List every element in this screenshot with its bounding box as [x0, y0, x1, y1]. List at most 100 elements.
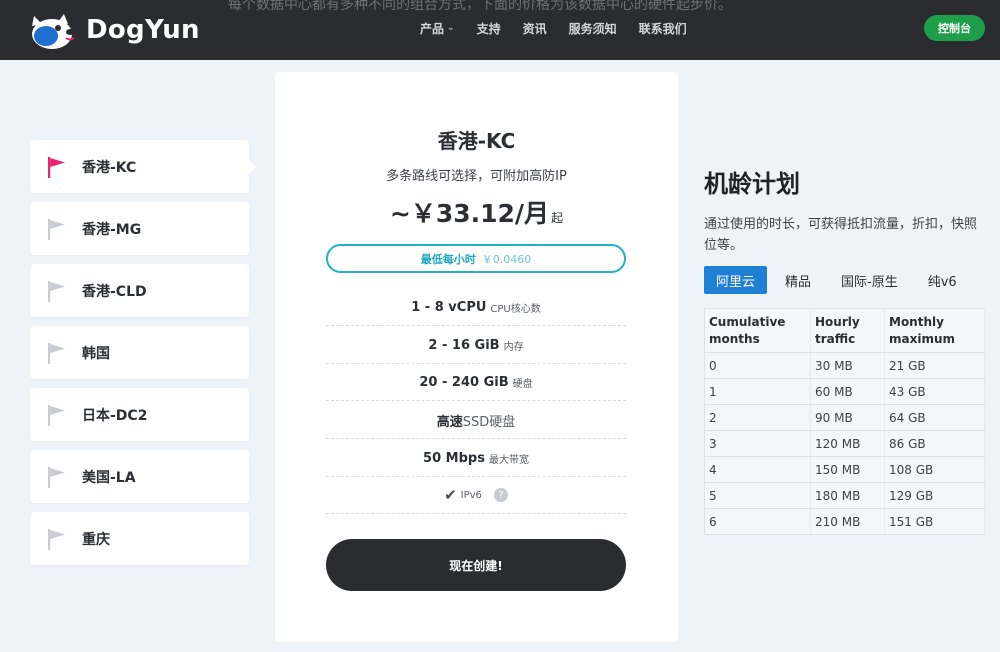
flag-icon — [48, 342, 65, 364]
main-nav: 产品 ⌄ 支持 资讯 服务须知 联系我们 — [420, 0, 709, 56]
table-cell: 60 MB — [810, 378, 885, 405]
table-cell: 2 — [704, 404, 811, 431]
sidebar-item-label: 重庆 — [82, 531, 110, 548]
table-row: 0 30 MB 21 GB — [704, 352, 985, 379]
flag-icon — [48, 218, 65, 240]
console-button[interactable]: 控制台 — [924, 15, 985, 41]
product-card: 香港-KC 多条路线可选择，可附加高防IP ~￥33.12/月起 最低每小时 ￥… — [275, 72, 678, 642]
spec-main: 50 Mbps — [423, 450, 485, 466]
sidebar-item-label: 韩国 — [82, 345, 110, 362]
plan-title: 机龄计划 — [704, 170, 800, 198]
sidebar-item-hk-cld[interactable]: 香港-CLD — [30, 264, 249, 317]
table-cell: 6 — [704, 508, 811, 535]
flag-icon — [48, 280, 65, 302]
hourly-price-badge: 最低每小时 ￥0.0460 — [326, 244, 626, 273]
spec-sub: 内存 — [503, 341, 524, 353]
nav-item-support[interactable]: 支持 — [477, 20, 501, 37]
table-row: 5 180 MB 129 GB — [704, 482, 985, 509]
table-row: 6 210 MB 151 GB — [704, 508, 985, 535]
nav-item-contact[interactable]: 联系我们 — [639, 20, 687, 37]
table-cell: 150 MB — [810, 456, 885, 483]
spec-memory: 2 - 16 GiB 内存 — [326, 327, 626, 364]
table-cell: 0 — [704, 352, 811, 379]
sidebar-item-japan-dc2[interactable]: 日本-DC2 — [30, 388, 249, 441]
table-cell: 5 — [704, 482, 811, 509]
sidebar-item-label: 美国-LA — [82, 469, 136, 486]
spec-main: 高速 — [436, 414, 463, 430]
nav-item-label: 资讯 — [522, 21, 547, 36]
sidebar-item-hk-mg[interactable]: 香港-MG — [30, 202, 249, 255]
create-now-button[interactable]: 现在创建! — [326, 539, 626, 591]
brand-name: DogYun — [86, 15, 200, 45]
flag-icon — [48, 156, 65, 178]
table-cell: 21 GB — [884, 352, 985, 379]
table-cell: 210 MB — [810, 508, 885, 535]
column-header: Cumulative months — [704, 308, 811, 353]
sidebar-item-us-la[interactable]: 美国-LA — [30, 450, 249, 503]
sidebar-item-label: 香港-MG — [82, 221, 142, 238]
tab-pure-v6[interactable]: 纯v6 — [916, 266, 969, 294]
flag-icon — [48, 404, 65, 426]
table-cell: 180 MB — [810, 482, 885, 509]
column-header: Monthly maximum — [884, 308, 985, 353]
spec-bandwidth: 50 Mbps 最大带宽 — [326, 440, 626, 477]
table-cell: 1 — [704, 378, 811, 405]
sidebar-item-chongqing[interactable]: 重庆 — [30, 512, 249, 565]
spec-ipv6: ✔ IPv6 ? — [326, 477, 626, 514]
table-cell: 129 GB — [884, 482, 985, 509]
nav-item-products[interactable]: 产品 ⌄ — [420, 20, 455, 37]
tab-international-native[interactable]: 国际-原生 — [829, 266, 910, 294]
price-value: ~￥33.12/月 — [389, 199, 550, 228]
nav-item-label: 产品 — [420, 21, 445, 36]
spec-main: 20 - 240 GiB — [419, 374, 509, 390]
plan-tabs: 阿里云 精品 国际-原生 纯v6 — [704, 266, 975, 294]
table-cell: 4 — [704, 456, 811, 483]
table-row: 2 90 MB 64 GB — [704, 404, 985, 431]
table-row: 1 60 MB 43 GB — [704, 378, 985, 405]
spec-disk: 20 - 240 GiB 硬盘 — [326, 364, 626, 401]
sidebar-item-label: 日本-DC2 — [82, 407, 148, 424]
table-cell: 86 GB — [884, 430, 985, 457]
spec-main: 1 - 8 vCPU — [411, 299, 487, 315]
card-subtitle: 多条路线可选择，可附加高防IP — [386, 169, 567, 184]
nav-item-label: 服务须知 — [568, 21, 617, 36]
table-row: 4 150 MB 108 GB — [704, 456, 985, 483]
plan-description: 通过使用的时长，可获得抵扣流量，折扣，快照位等。 — [704, 217, 978, 253]
table-header-row: Cumulative months Hourly traffic Monthly… — [704, 308, 985, 353]
top-header: 每个数据中心都有多种不同的组合方式，下面的价格为该数据中心的硬件起步价。 Dog… — [0, 0, 1000, 60]
table-cell: 64 GB — [884, 404, 985, 431]
table-cell: 43 GB — [884, 378, 985, 405]
ipv6-label: IPv6 — [460, 489, 482, 501]
flag-icon — [48, 466, 65, 488]
sidebar-item-hk-kc[interactable]: 香港-KC — [30, 140, 256, 193]
table-cell: 108 GB — [884, 456, 985, 483]
brand-logo[interactable]: DogYun — [28, 10, 200, 50]
nav-item-service-terms[interactable]: 服务须知 — [569, 20, 617, 37]
sidebar-item-label: 香港-KC — [82, 159, 137, 176]
spec-sub: CPU核心数 — [490, 303, 541, 315]
flag-icon — [48, 528, 65, 550]
nav-item-news[interactable]: 资讯 — [523, 20, 547, 37]
help-circle-icon[interactable]: ? — [493, 488, 508, 502]
table-row: 3 120 MB 86 GB — [704, 430, 985, 457]
tab-premium[interactable]: 精品 — [773, 266, 823, 294]
table-cell: 120 MB — [810, 430, 885, 457]
price-suffix: 起 — [551, 211, 564, 225]
spec-main: 2 - 16 GiB — [428, 337, 500, 353]
spec-sub: 最大带宽 — [488, 454, 529, 466]
spec-ssd-label: SSD硬盘 — [462, 414, 516, 430]
check-icon: ✔ — [444, 486, 457, 504]
table-cell: 3 — [704, 430, 811, 457]
spec-cpu: 1 - 8 vCPU CPU核心数 — [326, 289, 626, 326]
sidebar-item-korea[interactable]: 韩国 — [30, 326, 249, 379]
spec-sub: 硬盘 — [512, 378, 533, 390]
card-price: ~￥33.12/月起 — [275, 194, 678, 230]
tab-aliyun[interactable]: 阿里云 — [704, 266, 768, 294]
dog-logo-icon — [32, 14, 75, 49]
chevron-down-icon: ⌄ — [447, 23, 455, 33]
column-header: Hourly traffic — [810, 308, 885, 353]
table-cell: 151 GB — [884, 508, 985, 535]
table-cell: 90 MB — [810, 404, 885, 431]
plan-table: Cumulative months Hourly traffic Monthly… — [704, 308, 985, 535]
nav-item-label: 联系我们 — [638, 21, 687, 36]
